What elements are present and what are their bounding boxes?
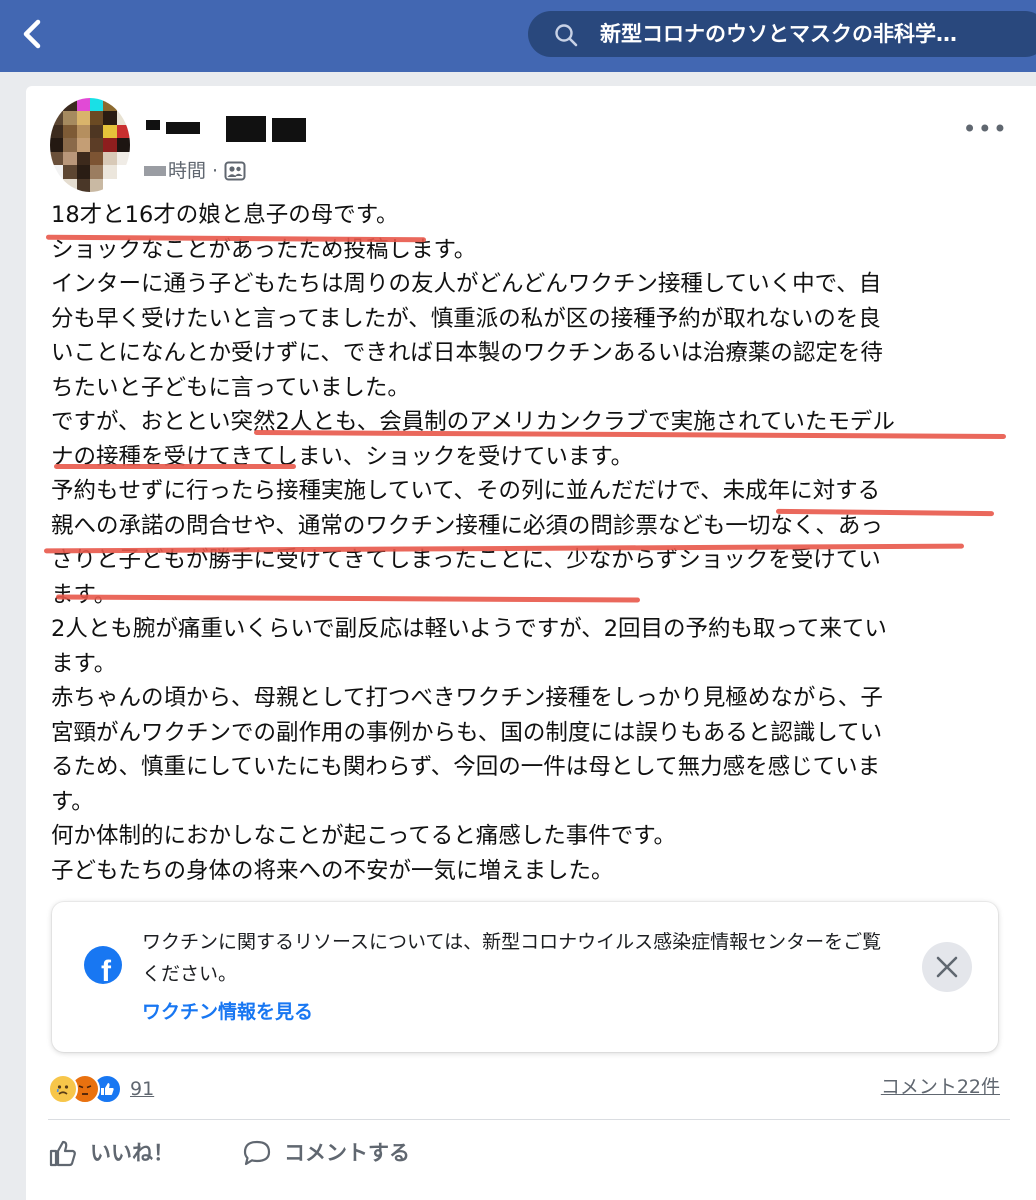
post-card: 時間 · ••• 18才と16才の娘と息子の母です。 ショックなことがあったため… <box>26 86 1036 1200</box>
divider <box>48 1119 1010 1120</box>
search-field[interactable]: 新型コロナのウソとマスクの非科学… <box>528 11 1036 57</box>
post-line: 子どもたちの身体の将来への不安が一気に増えました。 <box>51 857 614 884</box>
comment-label: コメントする <box>284 1141 410 1165</box>
post-meta: 時間 · <box>144 158 246 184</box>
notice-text: ワクチンに関するリソースについては、新型コロナウイルス感染症情報センターをご覧く… <box>142 931 882 985</box>
comment-button[interactable]: コメントする <box>242 1136 410 1170</box>
comment-icon <box>243 1140 271 1166</box>
post-line: インターに通う子どもたちは周りの友人がどんどんワクチン接種していく中で、自 <box>51 271 882 297</box>
facebook-logo-icon: f <box>84 946 122 984</box>
post-line: ちたいと子どもに言っていました。 <box>51 374 410 401</box>
post-line: 宮頸がんワクチンでの副作用の事例からも、国の制度には誤りもあると認識してい <box>51 719 883 746</box>
back-button[interactable] <box>14 16 50 52</box>
comment-count-link[interactable]: コメント22件 <box>881 1074 1000 1100</box>
sad-reaction-icon <box>48 1074 78 1104</box>
post-line: 予約もせずに行ったら接種実施していて、その列に並んだだけで、未成年に対する <box>51 478 881 504</box>
search-icon <box>555 24 578 47</box>
thumbs-up-icon <box>49 1140 76 1167</box>
reaction-count[interactable]: 91 <box>130 1076 154 1102</box>
post-text: 18才と16才の娘と息子の母です。 ショックなことがあったため投稿します。 イン… <box>51 198 1011 888</box>
meta-separator: · <box>212 160 219 182</box>
covid-info-notice: f ワクチンに関するリソースについては、新型コロナウイルス感染症情報センターをご… <box>52 902 998 1052</box>
reactions-summary[interactable]: 91 <box>48 1074 154 1104</box>
post-line: 2人とも腕が痛重いくらいで副反応は軽いようですが、2回目の予約も取って来てい <box>51 616 887 642</box>
post-line: 何か体制的におかしなことが起こってると痛感した事件です。 <box>51 823 677 849</box>
post-line: ます。 <box>51 650 117 677</box>
top-bar: 新型コロナのウソとマスクの非科学… <box>0 0 1036 72</box>
post-line: す。 <box>51 788 94 815</box>
search-query: 新型コロナのウソとマスクの非科学… <box>600 22 957 46</box>
close-notice-button[interactable] <box>922 942 972 992</box>
redacted-time <box>144 166 166 176</box>
friends-audience-icon[interactable] <box>224 161 246 181</box>
post-time[interactable]: 時間 <box>168 158 206 184</box>
post-line: 分も早く受けたいと言ってましたが、慎重派の私が区の接種予約が取れないのを良 <box>51 305 881 332</box>
close-icon <box>936 956 958 978</box>
post-line: いことになんとか受けずに、できれば日本製のワクチンあるいは治療薬の認定を待 <box>51 340 883 366</box>
avatar[interactable] <box>50 98 130 192</box>
vaccine-info-link[interactable]: ワクチン情報を見る <box>142 996 313 1028</box>
chevron-left-icon <box>23 19 41 49</box>
like-button[interactable]: いいね！ <box>48 1136 174 1170</box>
post-line: るため、慎重にしていたにも関わらず、今回の一件は母として無力感を感じていま <box>51 754 881 780</box>
like-label: いいね！ <box>90 1141 174 1165</box>
more-options-icon[interactable]: ••• <box>963 117 1008 141</box>
post-line: 18才と16才の娘と息子の母です。 <box>51 202 399 228</box>
red-underline <box>54 464 296 469</box>
post-line: 赤ちゃんの頃から、母親として打つべきワクチン接種をしっかり見極めながら、子 <box>51 685 883 711</box>
